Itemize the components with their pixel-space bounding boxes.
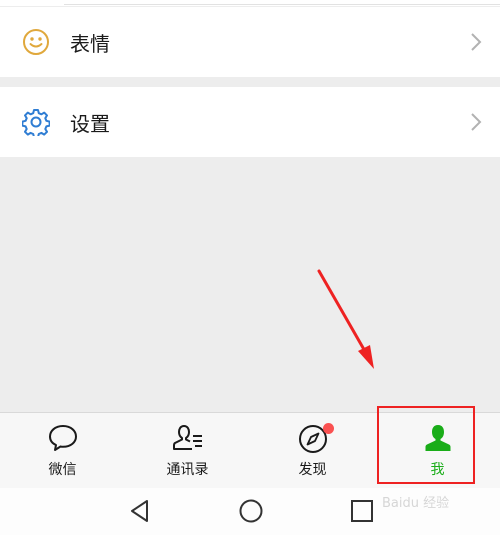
smile-icon: [23, 29, 49, 55]
tab-discover[interactable]: 发现: [250, 413, 375, 489]
home-icon[interactable]: [236, 496, 266, 526]
partial-top-row: [0, 0, 500, 6]
contacts-icon: [172, 425, 202, 450]
menu-item-settings[interactable]: 设置: [0, 87, 500, 157]
watermark: Baidu 经验: [382, 496, 450, 511]
recents-icon[interactable]: [347, 496, 377, 526]
gear-icon: [22, 109, 50, 136]
back-icon[interactable]: [125, 496, 155, 526]
menu-item-stickers[interactable]: 表情: [0, 7, 500, 77]
chat-bubble-icon: [48, 425, 77, 451]
annotation-highlight-box: [377, 406, 475, 484]
menu-item-label: 设置: [70, 111, 110, 136]
chevron-right-icon: [471, 113, 482, 131]
notification-badge: [323, 423, 334, 434]
tab-label: 微信: [48, 462, 77, 478]
chevron-right-icon: [471, 33, 482, 51]
tab-label: 通讯录: [166, 462, 209, 478]
menu-item-label: 表情: [70, 31, 110, 56]
tab-contacts[interactable]: 通讯录: [125, 413, 250, 489]
annotation-arrow: [317, 269, 374, 369]
tab-label: 发现: [298, 462, 327, 478]
tab-chats[interactable]: 微信: [0, 413, 125, 489]
